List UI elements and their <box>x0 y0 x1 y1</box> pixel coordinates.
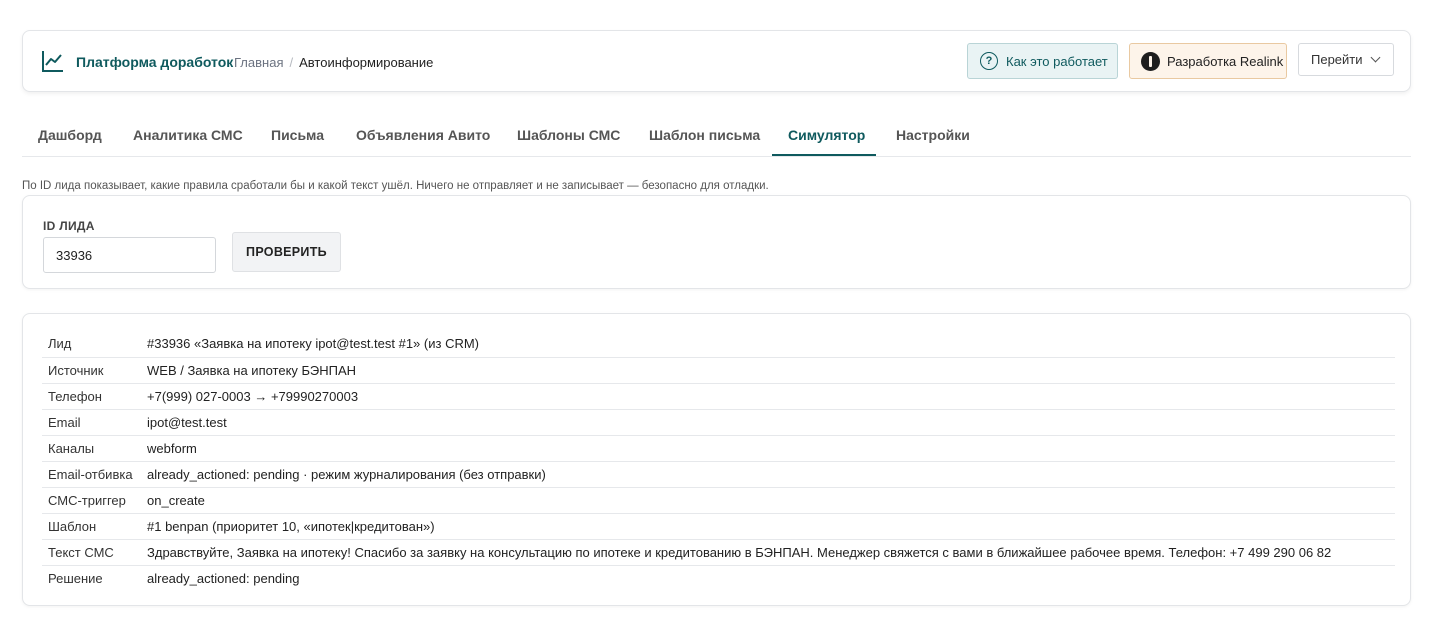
top-header: Платформа доработок Главная / Автоинформир… <box>22 30 1411 92</box>
table-row: СМС-триггер on_create <box>42 487 1395 513</box>
realink-button[interactable]: Разработка Realink <box>1129 43 1287 79</box>
breadcrumb-home[interactable]: Главная <box>234 55 283 70</box>
table-row: Email ipot@test.test <box>42 409 1395 435</box>
table-row: Текст СМС Здравствуйте, Заявка на ипотеку… <box>42 539 1395 565</box>
goto-label: Перейти <box>1311 52 1363 67</box>
question-circle-icon: ? <box>980 52 998 70</box>
row-key: Email <box>48 414 81 430</box>
tab-sms-analytics[interactable]: Аналитика СМС <box>133 127 243 143</box>
table-row: Шаблон #1 benpan (приоритет 10, «ипотек|к… <box>42 513 1395 539</box>
breadcrumb-current: Автоинформирование <box>299 55 434 70</box>
how-it-works-label: Как это работает <box>1006 53 1108 69</box>
table-row: Телефон +7(999) 027-0003 → +79990270003 <box>42 383 1395 409</box>
realink-logo-icon <box>1141 51 1160 71</box>
tab-avito-ads[interactable]: Объявления Авито <box>356 127 490 143</box>
row-value: #33936 «Заявка на ипотеку ipot@test.test… <box>147 336 480 352</box>
simulator-hint: По ID лида показывает, какие правила сра… <box>22 180 769 192</box>
table-row: Email-отбивка already_actioned: pending ·… <box>42 461 1395 487</box>
row-value: on_create <box>147 492 205 508</box>
table-row: Решение already_actioned: pending <box>42 565 1395 591</box>
chevron-down-icon <box>1370 52 1380 63</box>
realink-label: Разработка Realink <box>1167 53 1284 69</box>
row-value: webform <box>147 440 197 456</box>
row-value: WEB / Заявка на ипотеку БЭНПАН <box>147 362 357 378</box>
row-key: Источник <box>48 362 104 378</box>
result-table: Лид #33936 «Заявка на ипотеку ipot@test.t… <box>42 331 1395 591</box>
tab-bar: Дашборд Аналитика СМС Письма Объявления … <box>22 116 1411 157</box>
chart-line-icon <box>42 51 63 72</box>
table-row: Каналы webform <box>42 435 1395 461</box>
breadcrumb-separator: / <box>289 55 294 70</box>
row-key: Шаблон <box>48 518 97 534</box>
row-key: Текст СМС <box>48 544 114 560</box>
how-it-works-button[interactable]: ? Как это работает <box>967 43 1118 79</box>
lead-id-label: ID ЛИДА <box>43 219 95 233</box>
row-key: Решение <box>48 570 103 586</box>
row-value: ipot@test.test <box>147 414 227 430</box>
row-value: Здравствуйте, Заявка на ипотеку! Спасибо… <box>147 544 1332 560</box>
result-card: Лид #33936 «Заявка на ипотеку ipot@test.t… <box>22 313 1411 606</box>
row-key: Каналы <box>48 440 95 456</box>
row-value: already_actioned: pending · режим журнал… <box>147 466 546 482</box>
table-row: Источник WEB / Заявка на ипотеку БЭНПАН <box>42 357 1395 383</box>
tab-sms-templates[interactable]: Шаблоны СМС <box>517 127 620 143</box>
row-key: Лид <box>48 336 72 352</box>
lead-id-input[interactable] <box>43 237 216 273</box>
table-row: Лид #33936 «Заявка на ипотеку ipot@test.t… <box>42 331 1395 357</box>
row-value: #1 benpan (приоритет 10, «ипотек|кредито… <box>147 518 435 534</box>
tab-letters[interactable]: Письма <box>271 127 324 143</box>
tab-settings[interactable]: Настройки <box>896 127 970 143</box>
active-tab-indicator <box>772 154 876 156</box>
tab-dashboard[interactable]: Дашборд <box>38 127 102 143</box>
tab-letter-template[interactable]: Шаблон письма <box>649 127 760 143</box>
goto-dropdown[interactable]: Перейти <box>1298 43 1394 76</box>
breadcrumb: Главная / Автоинформирование <box>234 55 433 70</box>
row-key: Email-отбивка <box>48 466 133 482</box>
row-key: Телефон <box>48 388 102 404</box>
check-button[interactable]: ПРОВЕРИТЬ <box>232 232 341 272</box>
row-value: +7(999) 027-0003 → +79990270003 <box>147 388 359 404</box>
row-value: already_actioned: pending <box>147 570 300 586</box>
brand-title[interactable]: Платформа доработок <box>76 54 233 70</box>
tab-simulator[interactable]: Симулятор <box>788 127 865 143</box>
row-key: СМС-триггер <box>48 492 126 508</box>
lead-form-card: ID ЛИДА ПРОВЕРИТЬ <box>22 195 1411 289</box>
